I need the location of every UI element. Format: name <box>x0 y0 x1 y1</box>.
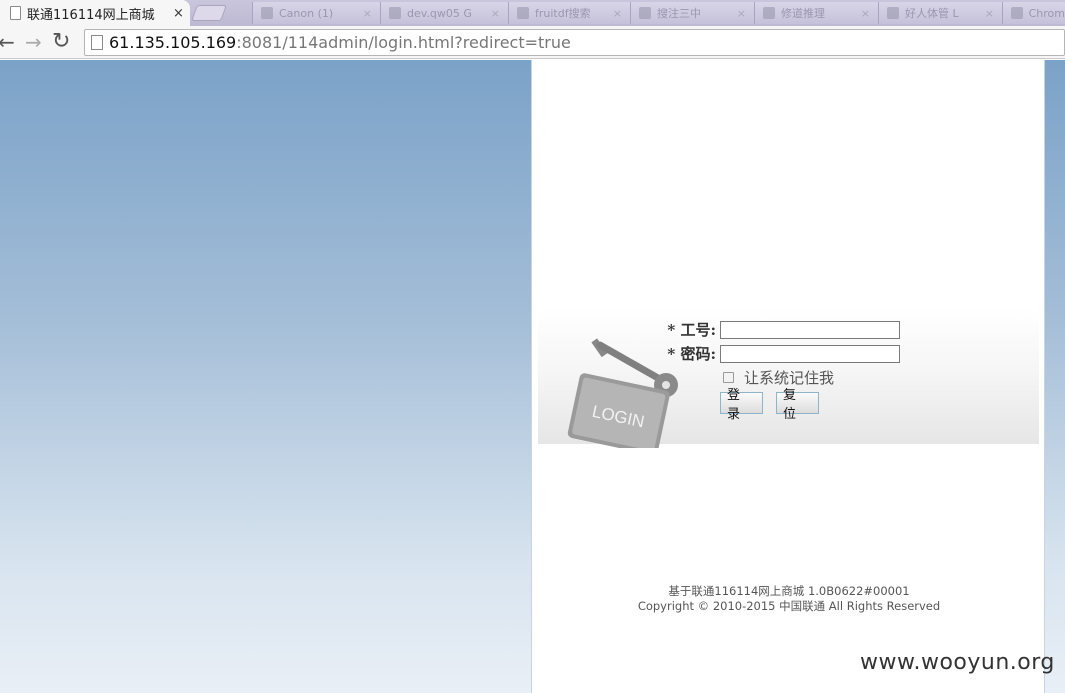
page-footer: 基于联通116114网上商城 1.0B0622#00001 Copyright … <box>532 584 1046 614</box>
favicon-icon <box>389 7 401 19</box>
tab-label: 搜注三中 <box>657 7 701 20</box>
address-bar[interactable]: 61.135.105.169:8081/114admin/login.html?… <box>84 29 1065 56</box>
favicon-icon <box>261 7 273 19</box>
new-tab-button[interactable] <box>191 5 227 21</box>
login-box: LOGIN * 工号: * 密码: 让系统记住我 登录 复位 <box>538 308 1039 448</box>
footer-copyright: Copyright © 2010-2015 中国联通 All Rights Re… <box>637 599 941 613</box>
tab-label: dev.qw05 G <box>407 6 472 20</box>
tab-close-icon[interactable]: × <box>363 7 372 20</box>
tab-label: Canon (1) <box>279 6 334 20</box>
tab-background[interactable]: Canon (1) × <box>252 2 380 24</box>
favicon-icon <box>517 7 529 19</box>
footer-version: 基于联通116114网上商城 1.0B0622#00001 <box>668 584 910 598</box>
password-label: * 密码: <box>667 345 716 363</box>
password-row: * 密码: <box>658 343 900 364</box>
tab-background[interactable]: 修道推理 × <box>754 2 878 24</box>
tab-background[interactable]: dev.qw05 G × <box>380 2 508 24</box>
tab-label: Chrom <box>1028 6 1065 20</box>
url-host: 61.135.105.169 <box>109 33 237 52</box>
page-background: LOGIN * 工号: * 密码: 让系统记住我 登录 复位 基于联通11611… <box>0 60 1065 693</box>
tab-close-icon[interactable]: × <box>737 7 746 20</box>
tab-close-icon[interactable]: × <box>491 7 500 20</box>
tab-background[interactable]: 搜注三中 × <box>630 2 754 24</box>
tab-background[interactable]: fruitdf搜索 × <box>508 2 630 24</box>
tab-close-icon[interactable]: × <box>173 6 184 21</box>
favicon-icon <box>639 7 651 19</box>
tab-label: 好人体管 L <box>905 7 959 20</box>
favicon-icon <box>887 7 899 19</box>
remember-checkbox[interactable] <box>723 372 734 383</box>
employee-id-row: * 工号: <box>658 319 900 340</box>
browser-toolbar: ← → ↻ 61.135.105.169:8081/114admin/login… <box>0 26 1065 59</box>
employee-id-label: * 工号: <box>667 321 716 339</box>
forward-arrow-icon[interactable]: → <box>25 30 42 54</box>
tab-title: 联通116114网上商城 <box>27 7 155 23</box>
tab-active[interactable]: 联通116114网上商城 × <box>0 0 190 26</box>
favicon-icon <box>763 7 775 19</box>
favicon-icon <box>1011 7 1023 19</box>
login-button[interactable]: 登录 <box>720 388 763 422</box>
tab-close-icon[interactable]: × <box>613 7 622 20</box>
tab-label: 修道推理 <box>781 7 825 20</box>
page-icon <box>10 6 21 20</box>
tab-background[interactable]: 好人体管 L × <box>878 2 1002 24</box>
tab-background[interactable]: Chrom <box>1002 2 1065 24</box>
reload-icon[interactable]: ↻ <box>52 30 70 54</box>
password-input[interactable] <box>720 344 900 363</box>
tab-label: fruitdf搜索 <box>535 7 591 20</box>
login-panel: LOGIN * 工号: * 密码: 让系统记住我 登录 复位 基于联通11611… <box>531 60 1045 693</box>
employee-id-input[interactable] <box>720 320 900 339</box>
reset-button[interactable]: 复位 <box>776 388 819 422</box>
watermark: www.wooyun.org <box>860 650 1055 675</box>
browser-tab-strip: 联通116114网上商城 × Canon (1) × dev.qw05 G × … <box>0 0 1065 26</box>
url-path: :8081/114admin/login.html?redirect=true <box>236 33 571 52</box>
back-arrow-icon[interactable]: ← <box>0 30 15 54</box>
tab-close-icon[interactable]: × <box>861 7 870 20</box>
page-icon <box>91 35 103 50</box>
tab-close-icon[interactable]: × <box>985 7 994 20</box>
